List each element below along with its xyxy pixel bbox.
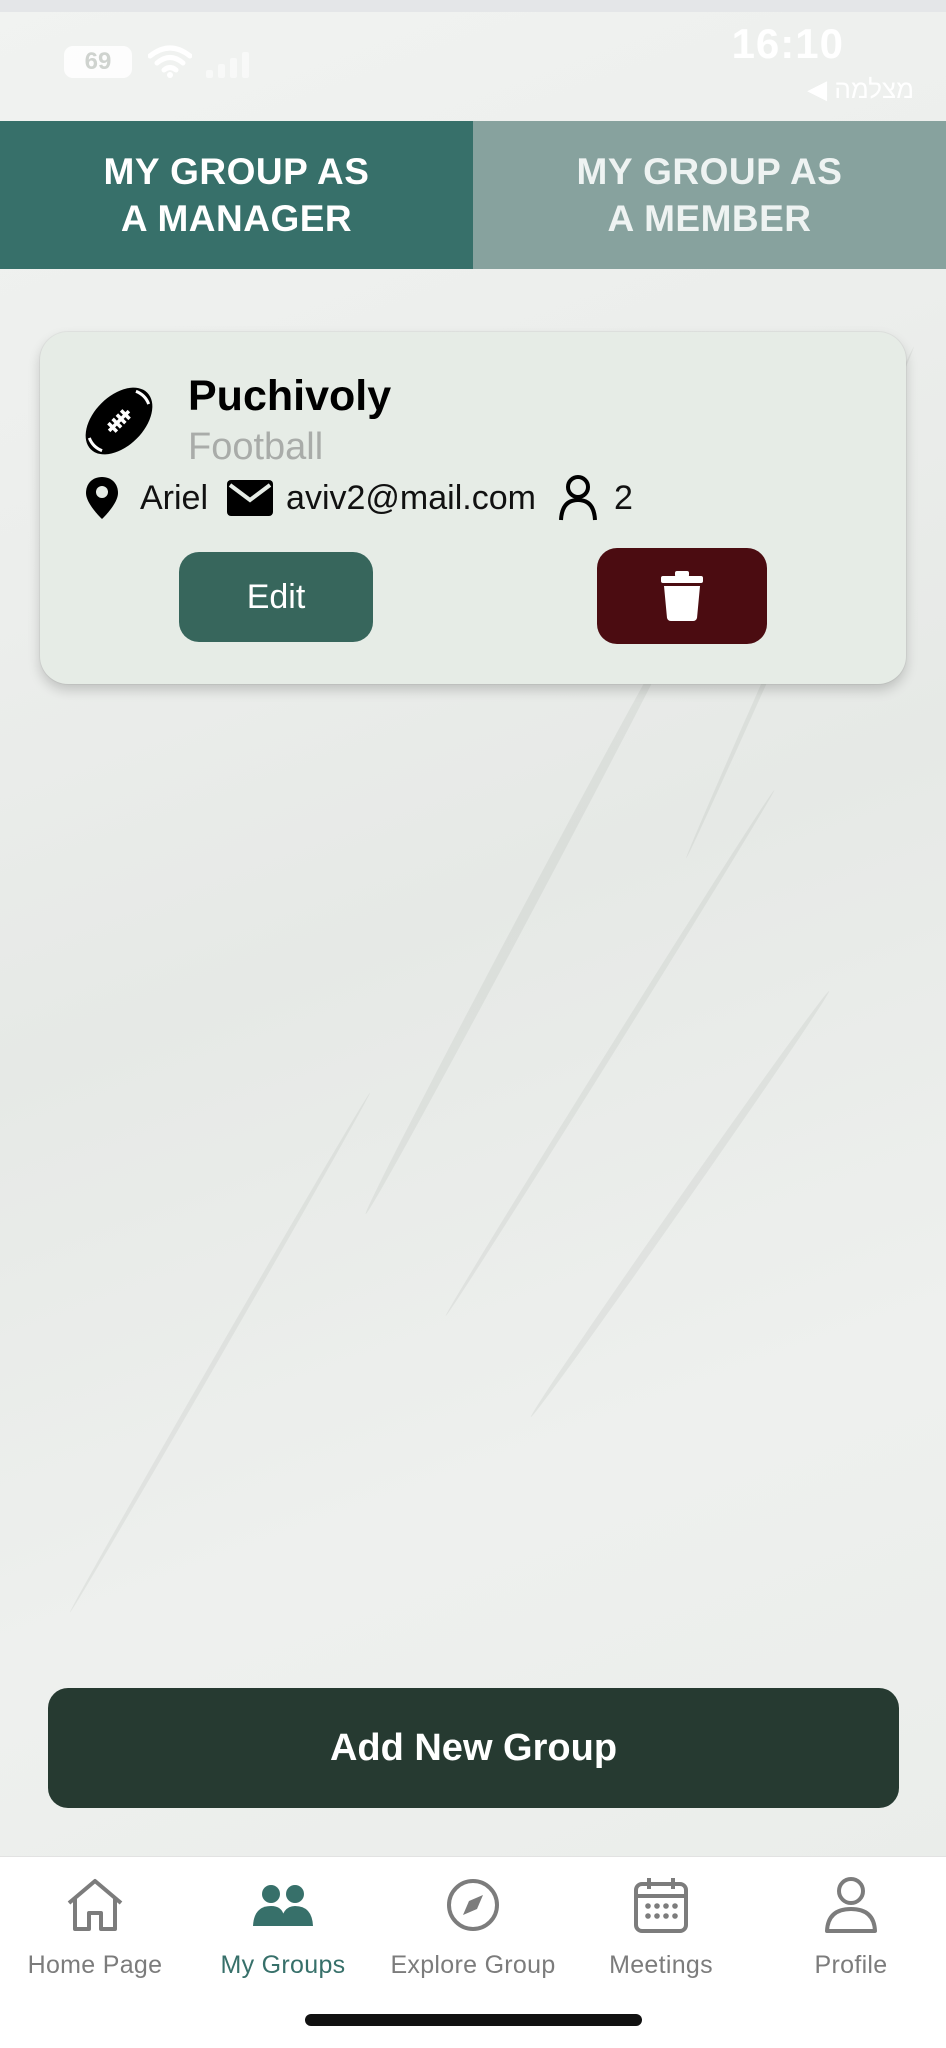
location-pin-icon: [84, 475, 120, 521]
group-location: Ariel: [140, 478, 209, 517]
back-to-app-link[interactable]: ◀ מצלמה: [807, 74, 914, 105]
nav-item-explore-group[interactable]: Explore Group: [378, 1871, 568, 1991]
group-tabs: MY GROUP AS A MANAGER MY GROUP AS A MEMB…: [0, 121, 946, 269]
group-sport: Football: [188, 426, 324, 468]
nav-item-profile[interactable]: Profile: [756, 1871, 946, 1991]
tab-manager[interactable]: MY GROUP AS A MANAGER: [0, 121, 473, 269]
nav-item-my-groups[interactable]: My Groups: [188, 1871, 378, 1991]
home-indicator: [305, 2014, 642, 2026]
edit-group-button[interactable]: Edit: [179, 552, 373, 642]
tab-member[interactable]: MY GROUP AS A MEMBER: [473, 121, 946, 269]
nav-label-profile: Profile: [814, 1951, 888, 1979]
compass-icon: [447, 1879, 499, 1931]
nav-label-home: Home Page: [27, 1951, 163, 1979]
marble-texture: [443, 788, 777, 1318]
nav-item-meetings[interactable]: Meetings: [566, 1871, 756, 1991]
members-count: 2: [613, 478, 633, 517]
person-icon: [558, 474, 598, 522]
group-card[interactable]: Puchivoly Football Ariel aviv2@mail.com …: [40, 332, 906, 684]
mail-icon: [226, 479, 274, 517]
status-time: 16:10: [731, 20, 844, 67]
delete-group-button[interactable]: [597, 548, 767, 644]
signal-icon: [206, 52, 249, 78]
wifi-icon: [148, 45, 192, 78]
marble-texture: [361, 593, 699, 1217]
group-name: Puchivoly: [188, 372, 392, 420]
status-top-strip: [0, 0, 946, 12]
football-icon: [85, 387, 153, 455]
nav-label-explore-group: Explore Group: [390, 1951, 556, 1979]
home-icon: [67, 1879, 123, 1931]
groups-icon: [253, 1885, 313, 1926]
nav-item-home[interactable]: Home Page: [0, 1871, 190, 1991]
battery-indicator: 69: [64, 46, 132, 78]
status-bar: 69 16:10 ◀ מצלמה: [0, 0, 946, 120]
profile-icon: [825, 1877, 877, 1933]
group-info-row: Ariel aviv2@mail.com 2: [84, 472, 633, 524]
group-email: aviv2@mail.com: [286, 478, 536, 517]
nav-label-meetings: Meetings: [609, 1951, 713, 1979]
trash-icon: [661, 571, 703, 621]
nav-label-my-groups: My Groups: [220, 1951, 346, 1979]
marble-texture: [527, 988, 833, 1420]
marble-texture: [67, 1091, 373, 1614]
add-new-group-button[interactable]: Add New Group: [48, 1688, 899, 1808]
calendar-icon: [634, 1878, 688, 1933]
